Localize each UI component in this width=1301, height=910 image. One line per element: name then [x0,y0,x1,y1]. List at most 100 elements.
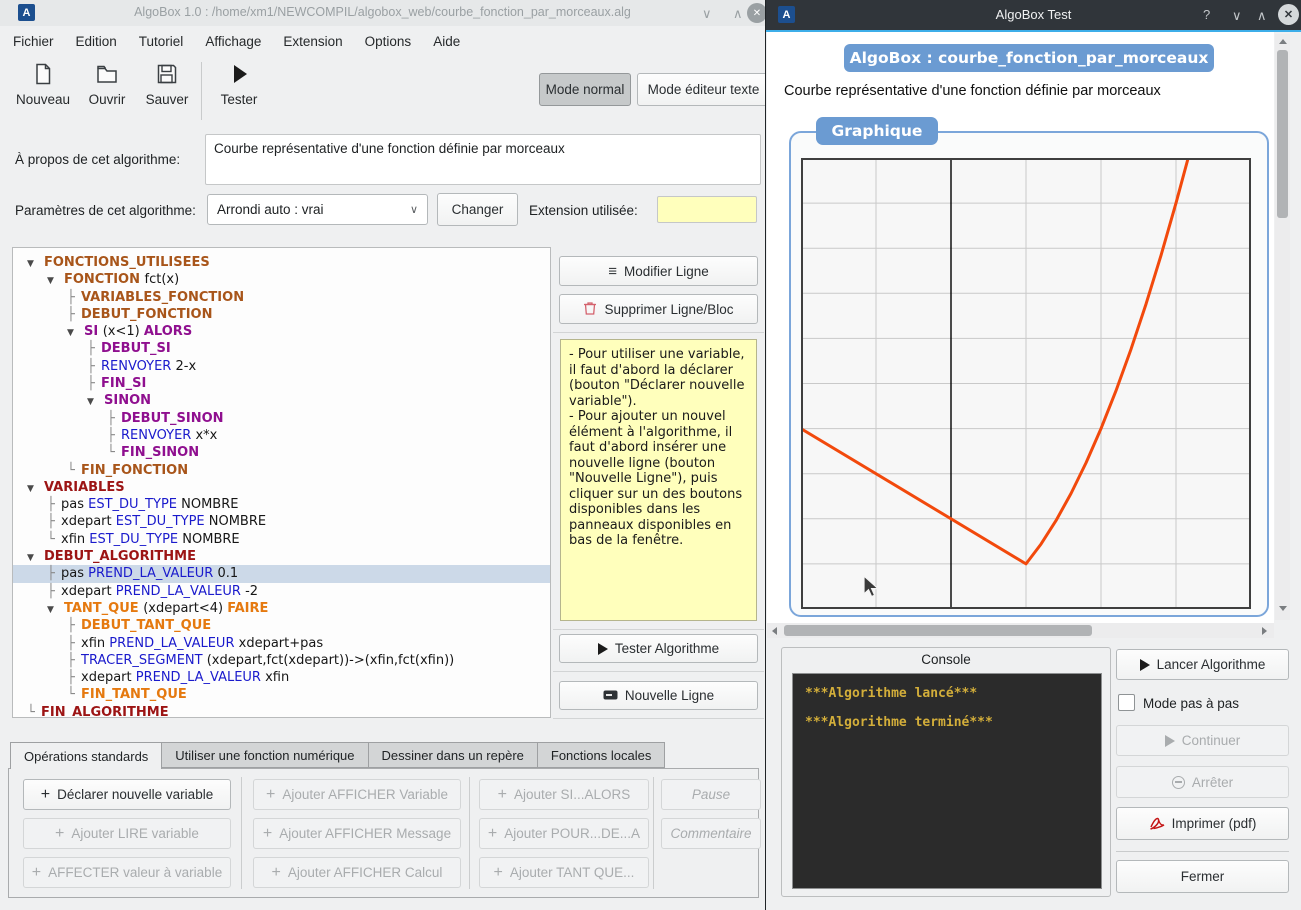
tree-row[interactable]: ├DEBUT_TANT_QUE [13,617,550,634]
tab-operations-standards[interactable]: Opérations standards [10,742,162,769]
ajouter-si-alors-button[interactable]: +Ajouter SI...ALORS [479,779,649,810]
tree-row[interactable]: └FIN_SINON [13,444,550,461]
tree-row[interactable]: ├DEBUT_SINON [13,410,550,427]
help-icon[interactable]: ? [1203,7,1210,22]
sauver-button[interactable]: Sauver [139,62,195,107]
ajouter-afficher-calcul-button[interactable]: +Ajouter AFFICHER Calcul [253,857,461,888]
expander-icon[interactable]: ▼ [27,481,44,498]
tree-row[interactable]: ├RENVOYER x*x [13,427,550,444]
imprimer-pdf-button[interactable]: Imprimer (pdf) [1116,807,1289,840]
expander-icon[interactable]: ▼ [27,256,44,273]
tree-row[interactable]: ▼FONCTIONS_UTILISEES [13,254,550,271]
tree-row[interactable]: ├DEBUT_SI [13,340,550,357]
tree-row[interactable]: ▼SI (x<1) ALORS [13,323,550,340]
tree-row[interactable]: └FIN_ALGORITHME [13,704,550,718]
ouvrir-button[interactable]: Ouvrir [79,62,135,107]
commentaire-label: Commentaire [670,826,751,841]
tree-token: FIN_TANT_QUE [81,687,187,702]
menu-item-affichage[interactable]: Affichage [194,26,272,58]
modifier-ligne-button[interactable]: ≡ Modifier Ligne [559,256,758,286]
algorithm-tree[interactable]: ▼FONCTIONS_UTILISEES▼FONCTION fct(x)├VAR… [12,247,551,718]
menu-item-edition[interactable]: Edition [65,26,128,58]
plus-icon: + [498,786,507,804]
tree-row[interactable]: └FIN_FONCTION [13,462,550,479]
tree-row[interactable]: ├pas EST_DU_TYPE NOMBRE [13,496,550,513]
tree-row[interactable]: ▼FONCTION fct(x) [13,271,550,288]
supprimer-ligne-button[interactable]: Supprimer Ligne/Bloc [559,294,758,324]
tab-utiliser-une-fonction-numerique[interactable]: Utiliser une fonction numérique [162,742,368,768]
tree-row[interactable]: └xfin EST_DU_TYPE NOMBRE [13,531,550,548]
tester-button[interactable]: Tester [212,62,266,107]
arreter-button[interactable]: Arrêter [1116,766,1289,798]
scroll-up-icon[interactable] [1279,39,1287,44]
expander-icon[interactable]: ▼ [47,602,64,619]
tree-row[interactable]: ▼TANT_QUE (xdepart<4) FAIRE [13,600,550,617]
tree-row[interactable]: ▼DEBUT_ALGORITHME [13,548,550,565]
nouvelle-ligne-button[interactable]: Nouvelle Ligne [559,681,758,710]
expander-icon[interactable]: ▼ [47,273,64,290]
expander-icon[interactable]: ▼ [27,550,44,567]
tree-row[interactable]: ├xdepart PREND_LA_VALEUR -2 [13,583,550,600]
tree-row[interactable]: ├xdepart PREND_LA_VALEUR xfin [13,669,550,686]
changer-button[interactable]: Changer [437,193,518,226]
vertical-scrollbar-thumb[interactable] [1277,50,1288,218]
expander-icon[interactable]: ▼ [87,394,104,411]
about-textarea[interactable]: Courbe représentative d'une fonction déf… [205,134,761,185]
horizontal-scrollbar-thumb[interactable] [784,625,1092,636]
maximize-icon[interactable]: ∧ [1257,8,1267,24]
ajouter-pour-de-a-button[interactable]: +Ajouter POUR...DE...A [479,818,649,849]
ajouter-afficher-variable-button[interactable]: +Ajouter AFFICHER Variable [253,779,461,810]
tree-token: NOMBRE [209,514,266,529]
expander-icon[interactable]: ▼ [67,325,84,342]
pause-button[interactable]: Pause [661,779,761,810]
commentaire-button[interactable]: Commentaire [661,818,761,849]
main-titlebar[interactable]: A AlgoBox 1.0 : /home/xm1/NEWCOMPIL/algo… [0,0,765,26]
tree-row[interactable]: ├xdepart EST_DU_TYPE NOMBRE [13,513,550,530]
minimize-icon[interactable]: ∨ [1232,8,1242,24]
close-icon[interactable]: ✕ [747,3,765,23]
menu-item-extension[interactable]: Extension [272,26,353,58]
fermer-button[interactable]: Fermer [1116,860,1289,893]
ajouter-lire-variable-button[interactable]: +Ajouter LIRE variable [23,818,231,849]
menu-item-tutoriel[interactable]: Tutoriel [128,26,195,58]
tree-row[interactable]: ├FIN_SI [13,375,550,392]
scroll-right-icon[interactable] [1262,627,1267,635]
ajouter-tant-que-button[interactable]: +Ajouter TANT QUE... [479,857,649,888]
tree-row[interactable]: ├TRACER_SEGMENT (xdepart,fct(xdepart))->… [13,652,550,669]
test-titlebar[interactable]: A AlgoBox Test ? ∨ ∧ ✕ [766,0,1301,30]
scroll-down-icon[interactable] [1279,606,1287,611]
declarer-nouvelle-variable-button[interactable]: +Déclarer nouvelle variable [23,779,231,810]
lancer-algorithme-button[interactable]: Lancer Algorithme [1116,649,1289,680]
tree-token: xdepart [61,514,116,529]
ajouter-afficher-message-button[interactable]: +Ajouter AFFICHER Message [253,818,461,849]
params-combobox[interactable]: Arrondi auto : vrai ∨ [207,194,428,225]
tab-fonctions-locales[interactable]: Fonctions locales [538,742,665,768]
tree-row[interactable]: ├pas PREND_LA_VALEUR 0.1 [13,565,550,582]
menu-item-options[interactable]: Options [354,26,423,58]
maximize-icon[interactable]: ∧ [733,6,743,22]
tree-row[interactable]: ├xfin PREND_LA_VALEUR xdepart+pas [13,635,550,652]
tree-row[interactable]: ▼SINON [13,392,550,409]
extension-input[interactable] [657,196,757,223]
affecter-valeur-a-variable-button[interactable]: +AFFECTER valeur à variable [23,857,231,888]
close-icon[interactable]: ✕ [1278,4,1299,25]
tree-row[interactable]: ├RENVOYER 2-x [13,358,550,375]
mode-pas-a-pas-checkbox[interactable] [1118,694,1135,711]
tree-row[interactable]: ├VARIABLES_FONCTION [13,289,550,306]
mode-normal-button[interactable]: Mode normal [539,73,631,106]
tree-row[interactable]: ▼VARIABLES [13,479,550,496]
tab-dessiner-dans-un-repere[interactable]: Dessiner dans un repère [369,742,538,768]
tree-token: DEBUT_SI [101,341,171,356]
tree-row[interactable]: └FIN_TANT_QUE [13,686,550,703]
menu-item-aide[interactable]: Aide [422,26,471,58]
scroll-left-icon[interactable] [772,627,777,635]
continuer-button[interactable]: Continuer [1116,725,1289,756]
nouveau-button[interactable]: Nouveau [14,62,72,107]
tree-row[interactable]: ├DEBUT_FONCTION [13,306,550,323]
minimize-icon[interactable]: ∨ [702,6,712,22]
menu-item-fichier[interactable]: Fichier [2,26,65,58]
tester-algorithme-button[interactable]: Tester Algorithme [559,634,758,663]
vertical-scrollbar[interactable] [1275,34,1290,620]
horizontal-scrollbar[interactable] [767,623,1274,638]
mode-editeur-button[interactable]: Mode éditeur texte [637,73,765,106]
